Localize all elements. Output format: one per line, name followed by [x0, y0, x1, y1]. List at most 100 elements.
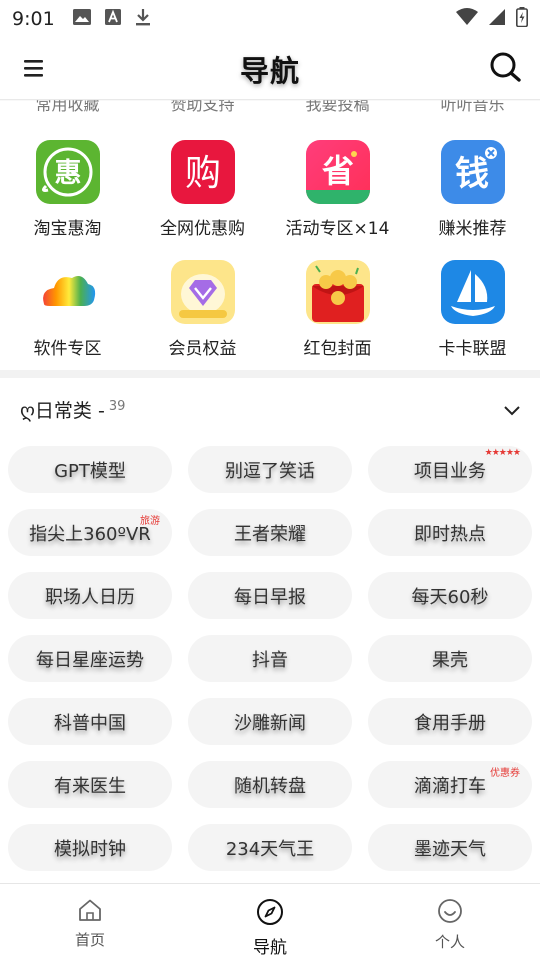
pill-label: 指尖上360ºVR	[29, 523, 151, 545]
sheng-icon: 省	[305, 140, 370, 204]
chevron-down-icon[interactable]	[502, 400, 522, 420]
pill-douyin[interactable]: 抖音	[188, 635, 352, 682]
pill-label: 每日早报	[234, 586, 306, 608]
pill-label: 即时热点	[414, 523, 486, 545]
star-rating-badge: ★★★★★	[484, 448, 521, 458]
qian-icon: 钱	[440, 140, 505, 204]
pill-label: 滴滴打车	[414, 775, 486, 797]
app-label: 会员权益	[168, 339, 237, 359]
pill-label: 随机转盘	[234, 775, 306, 797]
wifi-icon	[456, 8, 478, 30]
header-divider	[0, 99, 540, 101]
search-icon[interactable]	[488, 50, 522, 84]
page-title: 导航	[239, 54, 300, 88]
nav-label: 首页	[74, 931, 105, 949]
pill-guokr[interactable]: 果壳	[368, 635, 532, 682]
svg-text:购: 购	[184, 153, 220, 194]
download-icon	[135, 8, 151, 30]
pill-label: 沙雕新闻	[234, 712, 306, 734]
pill-60-seconds[interactable]: 每天60秒	[368, 572, 532, 619]
status-time: 9:01	[12, 8, 55, 30]
pill-label: 模拟时钟	[54, 838, 126, 860]
shortcut-favorites[interactable]: 常用收藏	[0, 100, 135, 115]
app-grid: 惠 淘宝惠淘 购 全网优惠购 省 活动专区×14 钱 赚米推荐 软件专区 会员权…	[0, 140, 540, 359]
shortcut-music[interactable]: 听听音乐	[405, 100, 540, 115]
nav-tab-navigation[interactable]: 导航	[180, 884, 360, 960]
pill-label: 果壳	[432, 649, 468, 671]
bottom-nav: 首页 导航 个人	[0, 883, 540, 960]
svg-text:省: 省	[321, 152, 353, 190]
app-label: 红包封面	[303, 339, 372, 359]
pill-label: 墨迹天气	[414, 838, 486, 860]
pill-weather-king[interactable]: 234天气王	[188, 824, 352, 871]
notification-icons	[72, 8, 151, 30]
app-item-earn-rice[interactable]: 钱 赚米推荐	[405, 140, 540, 239]
app-label: 赚米推荐	[438, 219, 507, 239]
pill-label: 抖音	[252, 649, 288, 671]
pill-food-manual[interactable]: 食用手册	[368, 698, 532, 745]
app-label: 全网优惠购	[160, 219, 245, 239]
pill-gpt-model[interactable]: GPT模型	[8, 446, 172, 493]
app-item-red-envelope[interactable]: 红包封面	[270, 260, 405, 359]
pill-didi[interactable]: 滴滴打车 优惠券	[368, 761, 532, 808]
pill-random-wheel[interactable]: 随机转盘	[188, 761, 352, 808]
pill-work-calendar[interactable]: 职场人日历	[8, 572, 172, 619]
link-pill-grid: GPT模型 别逗了笑话 项目业务 ★★★★★ 指尖上360ºVR 旅游 王者荣耀 即…	[8, 446, 532, 871]
diamond-icon	[170, 260, 235, 324]
system-icons	[456, 7, 528, 31]
nav-label: 个人	[434, 933, 465, 951]
pill-funny-news[interactable]: 沙雕新闻	[188, 698, 352, 745]
app-label: 软件专区	[33, 339, 102, 359]
pill-label: 有来医生	[54, 775, 126, 797]
category-header[interactable]: ღ日常类 - 39	[0, 384, 540, 434]
pill-label: 王者荣耀	[234, 523, 306, 545]
app-label: 活动专区×14	[285, 219, 390, 239]
pill-doctor[interactable]: 有来医生	[8, 761, 172, 808]
home-icon	[77, 898, 103, 926]
app-item-activity-zone[interactable]: 省 活动专区×14	[270, 140, 405, 239]
pill-project-business[interactable]: 项目业务 ★★★★★	[368, 446, 532, 493]
pill-vr-360[interactable]: 指尖上360ºVR 旅游	[8, 509, 172, 556]
app-item-discount-buy[interactable]: 购 全网优惠购	[135, 140, 270, 239]
nav-tab-profile[interactable]: 个人	[360, 884, 540, 960]
pill-honor-of-kings[interactable]: 王者荣耀	[188, 509, 352, 556]
pill-label: 每天60秒	[411, 586, 489, 608]
battery-icon	[516, 7, 528, 31]
app-label: 淘宝惠淘	[33, 219, 102, 239]
pill-analog-clock[interactable]: 模拟时钟	[8, 824, 172, 871]
app-item-kaka-union[interactable]: 卡卡联盟	[405, 260, 540, 359]
category-title: ღ日常类 -	[20, 399, 105, 422]
pill-jokes[interactable]: 别逗了笑话	[188, 446, 352, 493]
pill-label: 科普中国	[54, 712, 126, 734]
status-bar: 9:01	[0, 0, 540, 38]
svg-text:钱: 钱	[455, 154, 489, 194]
pill-label: GPT模型	[54, 460, 126, 482]
pill-label: 别逗了笑话	[225, 460, 315, 482]
pill-label: 职场人日历	[45, 586, 135, 608]
shortcut-sponsor[interactable]: 赞助支持	[135, 100, 270, 115]
menu-icon[interactable]	[22, 56, 46, 80]
pill-morning-news[interactable]: 每日早报	[188, 572, 352, 619]
section-divider	[0, 370, 540, 378]
pill-hot-topics[interactable]: 即时热点	[368, 509, 532, 556]
pill-label: 项目业务	[414, 460, 486, 482]
app-item-taobao[interactable]: 惠 淘宝惠淘	[0, 140, 135, 239]
nav-label: 导航	[253, 938, 287, 958]
pill-label: 234天气王	[225, 838, 315, 860]
font-notification-icon	[104, 9, 121, 29]
pill-moji-weather[interactable]: 墨迹天气	[368, 824, 532, 871]
compass-icon	[256, 898, 284, 930]
svg-text:惠: 惠	[54, 158, 81, 189]
app-label: 卡卡联盟	[438, 339, 507, 359]
rainbow-cloud-icon	[35, 260, 100, 324]
sailboat-icon	[440, 260, 505, 324]
signal-icon	[488, 8, 506, 30]
shortcut-submit[interactable]: 我要投稿	[270, 100, 405, 115]
nav-tab-home[interactable]: 首页	[0, 884, 180, 960]
tag-badge: 旅游	[140, 516, 160, 527]
pill-science-china[interactable]: 科普中国	[8, 698, 172, 745]
pill-horoscope[interactable]: 每日星座运势	[8, 635, 172, 682]
app-item-software-zone[interactable]: 软件专区	[0, 260, 135, 359]
pill-label: 食用手册	[414, 712, 486, 734]
app-item-member-rights[interactable]: 会员权益	[135, 260, 270, 359]
